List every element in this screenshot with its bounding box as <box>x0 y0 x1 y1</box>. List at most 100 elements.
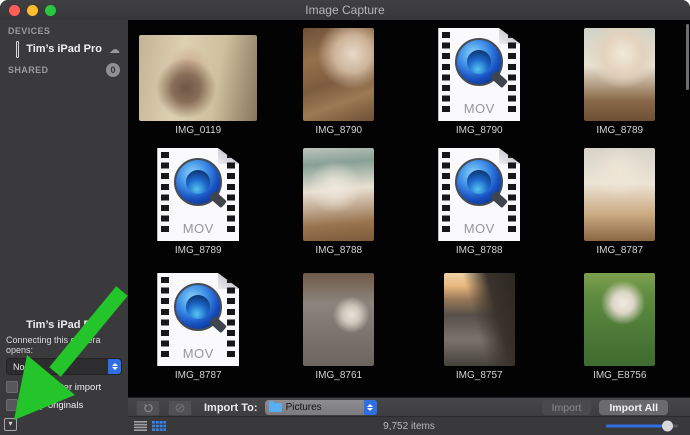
bottom-toolbar: Import To: Pictures Import Import All <box>128 397 690 417</box>
sidebar-item-device[interactable]: Tim’s iPad Pro ☁ <box>0 38 128 60</box>
media-item[interactable]: IMG_8790 <box>269 25 410 145</box>
photo-thumbnail <box>584 28 655 121</box>
mov-file-icon: MOV <box>157 273 239 366</box>
photo-thumbnail <box>584 148 655 241</box>
folder-icon <box>269 403 282 412</box>
thumbnail-wrap <box>303 270 374 366</box>
mov-extension-label: MOV <box>157 221 239 236</box>
popup-stepper-icon <box>108 359 121 374</box>
thumbnail-wrap <box>584 145 655 241</box>
media-item-label: IMG_8787 <box>596 245 643 256</box>
media-item[interactable]: IMG_8761 <box>269 270 410 395</box>
quicktime-logo <box>455 38 503 86</box>
mov-extension-label: MOV <box>157 346 239 361</box>
media-item[interactable]: MOV IMG_8788 <box>409 145 550 270</box>
thumbnail-wrap <box>584 25 655 121</box>
photo-thumbnail <box>303 28 374 121</box>
photo-thumbnail <box>444 273 515 366</box>
mov-file-icon: MOV <box>157 148 239 241</box>
delete-after-import-label: Delete after import <box>23 382 101 393</box>
thumbnail-wrap: MOV <box>157 145 239 241</box>
thumbnail-wrap <box>139 25 257 121</box>
mov-file-icon: MOV <box>438 148 520 241</box>
photo-thumbnail <box>303 273 374 366</box>
media-item-label: IMG_8790 <box>315 125 362 136</box>
photo-thumbnail <box>303 148 374 241</box>
media-item[interactable]: MOV IMG_8789 <box>128 145 269 270</box>
quicktime-logo <box>455 158 503 206</box>
circle-slash-icon <box>175 403 185 413</box>
quicktime-logo <box>174 283 222 331</box>
thumbnail-wrap: MOV <box>157 270 239 366</box>
media-item[interactable]: IMG_0119 <box>128 25 269 145</box>
slider-thumb[interactable] <box>662 421 673 432</box>
import-button[interactable]: Import <box>542 400 592 415</box>
device-settings-panel: Tim’s iPad Pro Connecting this camera op… <box>0 317 128 413</box>
shared-header: SHARED <box>8 65 106 75</box>
thumbnail-wrap <box>303 25 374 121</box>
app-popup-value: No <box>7 362 108 372</box>
media-item-label: IMG_8789 <box>175 245 222 256</box>
media-grid: IMG_0119 IMG_8790 MOV IMG_8790 IMG_8789 MOV IM… <box>128 20 690 395</box>
device-name: Tim’s iPad Pro <box>26 43 102 55</box>
media-item-label: IMG_8787 <box>175 370 222 381</box>
media-item-label: IMG_8788 <box>315 245 362 256</box>
media-item-label: IMG_8788 <box>456 245 503 256</box>
cloud-icon: ☁ <box>109 43 120 56</box>
media-item[interactable]: MOV IMG_8787 <box>128 270 269 395</box>
photo-thumbnail <box>584 273 655 366</box>
keep-originals-label: Keep originals <box>23 400 83 411</box>
media-item-label: IMG_0119 <box>175 125 221 136</box>
device-panel-title: Tim’s iPad Pro <box>0 319 128 331</box>
import-destination: Pictures <box>282 402 364 413</box>
media-item-label: IMG_8790 <box>456 125 503 136</box>
rotate-button[interactable] <box>136 400 160 416</box>
mov-file-icon: MOV <box>438 28 520 121</box>
vertical-scrollbar[interactable] <box>686 24 689 90</box>
thumbnail-wrap: MOV <box>438 145 520 241</box>
status-bar: 9,752 items <box>128 416 690 435</box>
title-bar[interactable]: Image Capture <box>0 0 690 21</box>
device-settings-toggle[interactable]: ▾ <box>4 418 17 431</box>
window-title: Image Capture <box>0 3 690 17</box>
thumbnail-wrap <box>584 270 655 366</box>
quicktime-logo <box>174 158 222 206</box>
media-item[interactable]: IMG_E8756 <box>550 270 690 395</box>
mov-extension-label: MOV <box>438 101 520 116</box>
media-item[interactable]: MOV IMG_8790 <box>409 25 550 145</box>
delete-after-import-row[interactable]: Delete after import <box>6 381 128 393</box>
devices-header: DEVICES <box>0 20 128 38</box>
sidebar-item-shared[interactable]: SHARED 0 <box>0 60 128 80</box>
thumbnail-wrap <box>444 270 515 366</box>
slider-fill <box>606 425 668 428</box>
media-item[interactable]: IMG_8789 <box>550 25 690 145</box>
keep-originals-row[interactable]: Keep originals <box>6 399 128 411</box>
app-popup[interactable]: No <box>6 358 122 375</box>
media-item[interactable]: IMG_8788 <box>269 145 410 270</box>
delete-after-import-checkbox[interactable] <box>6 381 18 393</box>
rotate-left-icon <box>143 403 154 413</box>
image-capture-window: Image Capture DEVICES Tim’s iPad Pro ☁ S… <box>0 0 690 435</box>
photo-thumbnail <box>139 35 257 121</box>
import-to-label: Import To: <box>204 402 258 414</box>
media-item-label: IMG_E8756 <box>593 370 646 381</box>
thumbnail-size-slider[interactable] <box>606 421 678 432</box>
mov-extension-label: MOV <box>438 221 520 236</box>
media-browser: IMG_0119 IMG_8790 MOV IMG_8790 IMG_8789 MOV IM… <box>128 20 690 398</box>
shared-count-badge: 0 <box>106 63 120 77</box>
thumbnail-wrap <box>303 145 374 241</box>
keep-originals-checkbox[interactable] <box>6 399 18 411</box>
ipad-icon <box>16 41 19 58</box>
media-item[interactable]: IMG_8787 <box>550 145 690 270</box>
import-all-button[interactable]: Import All <box>599 400 668 415</box>
popup-stepper-icon <box>364 400 377 415</box>
media-item-label: IMG_8789 <box>596 125 643 136</box>
import-to-popup[interactable]: Pictures <box>265 400 377 415</box>
media-item[interactable]: IMG_8757 <box>409 270 550 395</box>
media-item-label: IMG_8757 <box>456 370 503 381</box>
connect-opens-label: Connecting this camera opens: <box>6 335 128 355</box>
media-item-label: IMG_8761 <box>315 370 362 381</box>
thumbnail-wrap: MOV <box>438 25 520 121</box>
delete-button[interactable] <box>168 400 192 416</box>
sidebar: DEVICES Tim’s iPad Pro ☁ SHARED 0 Tim’s … <box>0 20 129 435</box>
